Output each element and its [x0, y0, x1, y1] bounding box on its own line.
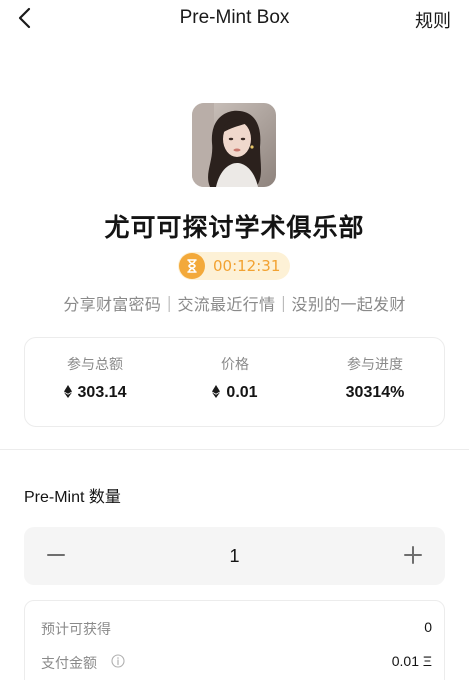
countdown-text: 00:12:31 — [213, 257, 281, 275]
stat-value: 303.14 — [77, 384, 127, 401]
club-tagline: 分享财富密码｜交流最近行情｜没别的一起发财 — [63, 297, 406, 314]
page-title: Pre-Mint Box — [179, 7, 290, 28]
club-name: 尤可可探讨学术俱乐部 — [104, 214, 365, 242]
payment-value: 0.01 Ξ — [391, 653, 432, 669]
estimated-value: 0 — [424, 619, 432, 635]
rules-link[interactable]: 规则 — [415, 7, 451, 33]
estimated-row: 预计可获得 0 — [25, 617, 446, 641]
stats-card: 参与总额 303.14 价格 0.01 参与进度 30314% — [24, 337, 445, 427]
plus-icon — [404, 546, 422, 564]
top-navbar: Pre-Mint Box 规则 — [0, 0, 469, 36]
increment-button[interactable] — [401, 543, 425, 567]
stat-value: 0.01 — [226, 384, 258, 401]
eth-icon — [63, 385, 72, 398]
payment-label: 支付金额 — [41, 655, 97, 671]
quantity-input[interactable]: 1 — [24, 546, 445, 567]
eth-icon — [212, 385, 221, 398]
club-avatar — [192, 103, 276, 187]
hourglass-icon — [179, 253, 205, 279]
quantity-stepper: 1 — [24, 527, 445, 585]
stat-total-participation: 参与总额 303.14 — [25, 338, 165, 428]
info-icon[interactable] — [111, 654, 125, 668]
countdown-badge: 00:12:31 — [178, 252, 290, 280]
stat-price: 价格 0.01 — [165, 338, 305, 428]
section-divider — [0, 449, 469, 450]
stat-value: 30314% — [345, 384, 405, 401]
stat-label: 价格 — [221, 356, 249, 372]
stat-label: 参与进度 — [347, 356, 403, 372]
payment-row: 支付金额 0.01 Ξ — [25, 651, 446, 675]
stat-progress: 参与进度 30314% — [305, 338, 445, 428]
estimated-label: 预计可获得 — [41, 621, 111, 637]
quantity-section-title: Pre-Mint 数量 — [24, 489, 121, 506]
stat-label: 参与总额 — [67, 356, 123, 372]
payment-summary-card: 预计可获得 0 支付金额 0.01 Ξ — [24, 600, 445, 680]
